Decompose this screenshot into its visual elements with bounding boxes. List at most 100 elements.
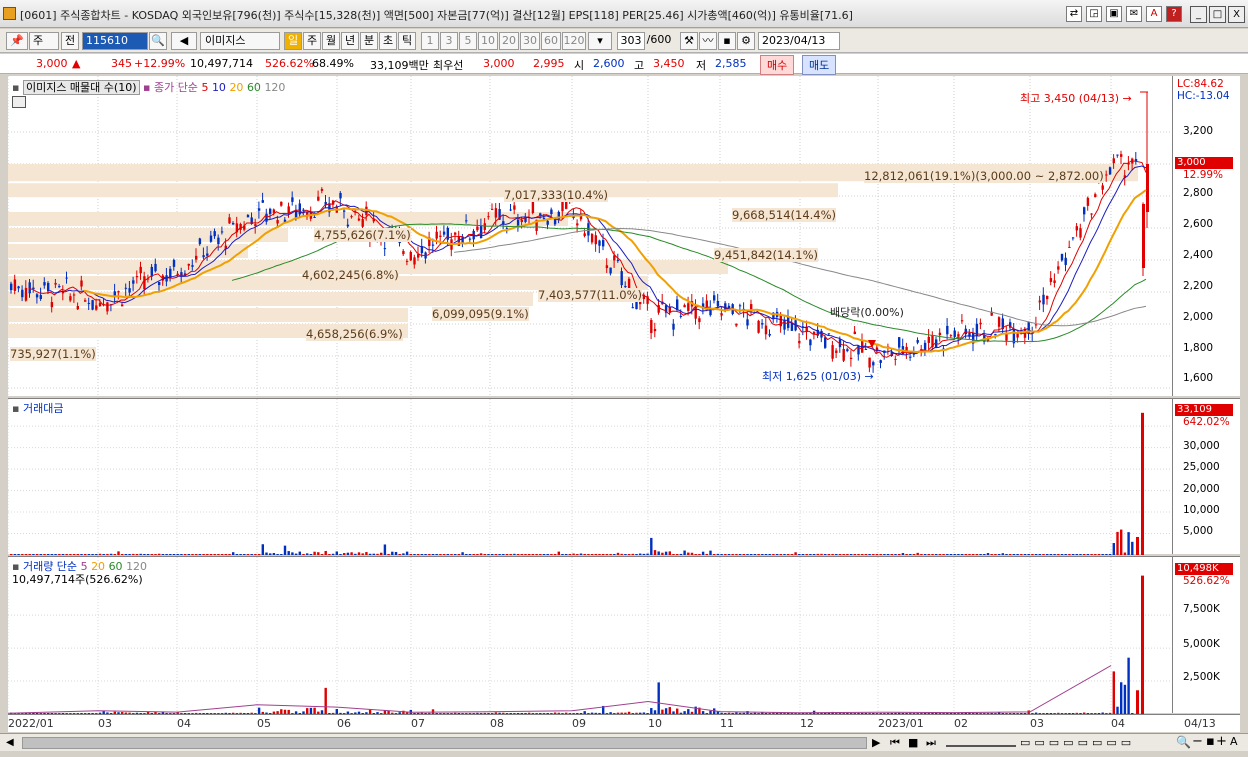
amount-bar [764, 554, 768, 555]
save-icon[interactable]: ▪ [718, 32, 736, 50]
price-chart-pane[interactable]: ▪ 이미지스 매물대 수(10) ▪ 종가 단순 5 10 20 60 120 … [8, 76, 1172, 396]
prev-button[interactable]: 전 [61, 32, 79, 50]
amount-bar [191, 554, 194, 555]
date-input[interactable]: 2023/04/13 [758, 32, 840, 50]
help-icon[interactable]: ? [1166, 6, 1182, 22]
interval-60[interactable]: 60 [541, 32, 561, 50]
stop-icon[interactable]: ■ [908, 736, 918, 749]
period-minute[interactable]: 분 [360, 32, 378, 50]
interval-30[interactable]: 30 [520, 32, 540, 50]
volume-bar [1136, 690, 1139, 714]
amount-bar [820, 553, 823, 555]
interval-dropdown[interactable]: ▾ [588, 32, 612, 50]
stock-code-input[interactable]: 115610 [82, 32, 148, 50]
interval-20[interactable]: 20 [499, 32, 519, 50]
price-chart-svg[interactable] [8, 76, 1172, 396]
font-icon[interactable]: A [1146, 6, 1162, 22]
period-tick[interactable]: 틱 [398, 32, 416, 50]
scroll-left-icon[interactable]: ◀ [6, 737, 14, 748]
reset-icon[interactable]: ▪ [1206, 734, 1215, 749]
stock-name[interactable]: 이미지스 [200, 32, 280, 50]
candle-body [10, 283, 13, 291]
amount-bar [24, 554, 28, 555]
interval-10[interactable]: 10 [478, 32, 498, 50]
count-total: /600 [646, 33, 672, 46]
candle-body [602, 240, 605, 247]
close-button[interactable]: X [1228, 6, 1245, 23]
interval-120[interactable]: 120 [562, 32, 586, 50]
pin-icon[interactable]: 📌 [6, 32, 28, 50]
amount-chart-svg[interactable] [8, 399, 1172, 555]
candle-body [520, 219, 523, 222]
rewind-icon[interactable]: ⏮ [890, 736, 900, 750]
layout-icon[interactable]: ▣ [1106, 6, 1122, 22]
search-icon[interactable]: 🔍 [149, 32, 167, 50]
zoom-slider[interactable] [946, 739, 1016, 747]
interval-5[interactable]: 5 [459, 32, 477, 50]
sell-button[interactable]: 매도 [802, 55, 837, 75]
volume-profile-legend[interactable]: 이미지스 매물대 수(10) [22, 80, 140, 95]
x-tick: 04 [1111, 717, 1125, 730]
amount-bar [1005, 554, 1008, 555]
grid-icon[interactable] [12, 96, 26, 108]
price-info-bar: 3,000 ▲ 345 +12.99% 10,497,714 526.62% 6… [0, 54, 1248, 75]
amount-bar [461, 552, 464, 555]
volume-chart-pane[interactable]: ▪ 거래량 단순 5 20 60 120 10,497,714주(526.62%… [8, 556, 1172, 714]
amount-bar [95, 554, 98, 555]
chart-scroll-bar[interactable]: ◀ ▶ ⏮ ■ ⏭ ▭▭▭▭▭▭▭▭ 🔍 − ▪ + A [0, 733, 1248, 751]
chart-tool-icon[interactable]: 〰 [699, 32, 717, 50]
period-second[interactable]: 초 [379, 32, 397, 50]
maximize-button[interactable]: □ [1209, 6, 1226, 23]
amount-bar [579, 553, 583, 555]
scroll-track[interactable] [22, 737, 867, 749]
market-select[interactable]: 주 [29, 32, 59, 50]
amount-chart-pane[interactable]: ▪ 거래대금 [8, 398, 1172, 555]
profile-label-1: 12,812,061(19.1%)(3,000.00 ~ 2,872.00) [864, 169, 1104, 183]
period-month[interactable]: 월 [322, 32, 340, 50]
amount-bar [294, 553, 298, 555]
forward-icon[interactable]: ⏭ [926, 736, 936, 750]
amount-bar [54, 554, 57, 555]
settings-icon[interactable]: ⚙ [737, 32, 755, 50]
zoom-search-icon[interactable]: 🔍 [1176, 735, 1191, 749]
y-tick: 2,600 [1183, 218, 1214, 230]
interval-1[interactable]: 1 [421, 32, 439, 50]
interval-3[interactable]: 3 [440, 32, 458, 50]
amount-bar [642, 553, 646, 555]
minimize-button[interactable]: _ [1190, 6, 1207, 23]
volume-y-tick: 2,500K [1183, 671, 1220, 683]
text-tool-icon[interactable]: A [1230, 735, 1238, 748]
period-day[interactable]: 일 [284, 32, 302, 50]
candle-body [1101, 185, 1104, 190]
view-tools-icon[interactable]: ▭▭▭▭▭▭▭▭ [1020, 736, 1135, 749]
candle-body [605, 265, 609, 269]
amount-bar [291, 552, 294, 555]
speaker-icon[interactable]: ◀ [171, 32, 197, 50]
amount-bar [43, 554, 46, 555]
amount-bar [1012, 554, 1016, 555]
volume-chart-svg[interactable] [8, 557, 1172, 714]
amount-bar-last [1141, 412, 1144, 555]
candle-body [232, 223, 235, 225]
amount-bar [761, 554, 764, 555]
tool-icon[interactable]: ⚒ [680, 32, 698, 50]
ratio-value: 68.49% [312, 57, 354, 70]
window-icon[interactable]: ◲ [1086, 6, 1102, 22]
link-icon[interactable]: ⇄ [1066, 6, 1082, 22]
amount-bar [439, 554, 442, 555]
count-input[interactable]: 303 [617, 32, 645, 50]
candle-body [872, 362, 875, 366]
period-year[interactable]: 년 [341, 32, 359, 50]
lc-value: LC:84.62 [1177, 78, 1224, 90]
zoom-out-icon[interactable]: − [1192, 734, 1203, 749]
play-icon[interactable]: ▶ [872, 736, 880, 749]
buy-button[interactable]: 매수 [760, 55, 795, 75]
amount-bar [657, 551, 660, 555]
candle-body [679, 315, 683, 317]
amount-bar [1042, 554, 1045, 555]
zoom-in-icon[interactable]: + [1216, 734, 1227, 749]
amount-bar [650, 537, 653, 555]
amount-bar [979, 554, 982, 555]
period-week[interactable]: 주 [303, 32, 321, 50]
mail-icon[interactable]: ✉ [1126, 6, 1142, 22]
